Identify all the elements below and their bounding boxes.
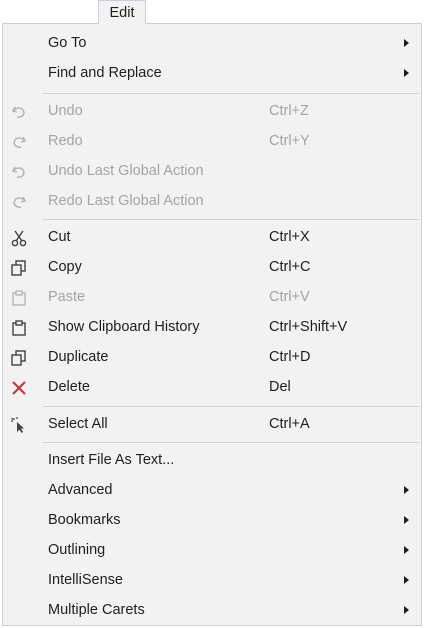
menu-item-shortcut: Ctrl+C xyxy=(269,259,311,275)
menu-item-label: Undo Last Global Action xyxy=(48,163,204,179)
menu-item-outlining[interactable]: Outlining xyxy=(3,536,421,566)
menu-separator xyxy=(43,406,419,407)
menu-item-label: Redo xyxy=(48,133,83,149)
menu-item-label: Bookmarks xyxy=(48,512,121,528)
menu-item-shortcut: Del xyxy=(269,379,291,395)
menu-item-label: Copy xyxy=(48,259,82,275)
submenu-arrow-icon xyxy=(404,516,409,524)
menu-separator xyxy=(43,442,419,443)
edit-menu-label: Edit xyxy=(109,5,135,21)
menu-item-shortcut: Ctrl+A xyxy=(269,416,310,432)
menu-item-shortcut: Ctrl+D xyxy=(269,349,311,365)
submenu-arrow-icon xyxy=(404,39,409,47)
menu-item-label: Cut xyxy=(48,229,71,245)
edit-menu-tab[interactable]: Edit xyxy=(98,0,146,24)
menu-item-redo-last-global-action[interactable]: Redo Last Global Action xyxy=(3,187,421,217)
menu-item-label: Delete xyxy=(48,379,90,395)
menu-item-label: Redo Last Global Action xyxy=(48,193,204,209)
menu-item-label: Show Clipboard History xyxy=(48,319,200,335)
submenu-arrow-icon xyxy=(404,606,409,614)
menu-item-advanced[interactable]: Advanced xyxy=(3,476,421,506)
menu-item-paste[interactable]: Paste Ctrl+V xyxy=(3,283,421,313)
menu-separator xyxy=(43,93,419,94)
menu-item-label: Undo xyxy=(48,103,83,119)
copy-icon xyxy=(9,348,29,368)
menu-item-label: Go To xyxy=(48,35,87,51)
menu-item-find-and-replace[interactable]: Find and Replace xyxy=(3,59,421,89)
menu-item-insert-file-as-text[interactable]: Insert File As Text... xyxy=(3,446,421,476)
clipboard-icon xyxy=(9,288,29,308)
menu-item-undo-last-global-action[interactable]: Undo Last Global Action xyxy=(3,157,421,187)
menu-item-label: Select All xyxy=(48,416,108,432)
menu-item-intellisense[interactable]: IntelliSense xyxy=(3,566,421,596)
menu-item-shortcut: Ctrl+V xyxy=(269,289,310,305)
scissors-icon xyxy=(9,228,29,248)
menu-item-shortcut: Ctrl+Shift+V xyxy=(269,319,348,335)
menu-item-copy[interactable]: Copy Ctrl+C xyxy=(3,253,421,283)
menu-item-delete[interactable]: Delete Del xyxy=(3,373,421,403)
menu-item-shortcut: Ctrl+X xyxy=(269,229,310,245)
menu-item-duplicate[interactable]: Duplicate Ctrl+D xyxy=(3,343,421,373)
menu-item-select-all[interactable]: Select All Ctrl+A xyxy=(3,410,421,440)
menu-item-label: Find and Replace xyxy=(48,65,162,81)
redo-icon xyxy=(9,192,29,212)
redo-icon xyxy=(9,132,29,152)
submenu-arrow-icon xyxy=(404,546,409,554)
menu-separator xyxy=(43,219,419,220)
select-all-icon xyxy=(9,415,29,435)
menu-item-label: IntelliSense xyxy=(48,572,123,588)
submenu-arrow-icon xyxy=(404,486,409,494)
menu-item-undo[interactable]: Undo Ctrl+Z xyxy=(3,97,421,127)
menu-item-label: Paste xyxy=(48,289,86,305)
clipboard-icon xyxy=(9,318,29,338)
undo-icon xyxy=(9,102,29,122)
menu-item-cut[interactable]: Cut Ctrl+X xyxy=(3,223,421,253)
menu-item-go-to[interactable]: Go To xyxy=(3,29,421,59)
submenu-arrow-icon xyxy=(404,576,409,584)
menu-item-redo[interactable]: Redo Ctrl+Y xyxy=(3,127,421,157)
menu-item-label: Multiple Carets xyxy=(48,602,145,618)
menu-item-label: Duplicate xyxy=(48,349,109,365)
edit-dropdown-menu: Go To Find and Replace Undo Ctrl+Z Redo … xyxy=(2,23,422,626)
menu-item-shortcut: Ctrl+Z xyxy=(269,103,309,119)
menu-item-label: Outlining xyxy=(48,542,106,558)
menu-item-show-clipboard-history[interactable]: Show Clipboard History Ctrl+Shift+V xyxy=(3,313,421,343)
copy-icon xyxy=(9,258,29,278)
menu-item-shortcut: Ctrl+Y xyxy=(269,133,310,149)
menu-item-multiple-carets[interactable]: Multiple Carets xyxy=(3,596,421,626)
menu-item-label: Advanced xyxy=(48,482,113,498)
menu-item-bookmarks[interactable]: Bookmarks xyxy=(3,506,421,536)
undo-icon xyxy=(9,162,29,182)
menu-item-label: Insert File As Text... xyxy=(48,452,175,468)
submenu-arrow-icon xyxy=(404,69,409,77)
red-x-icon xyxy=(9,378,29,398)
